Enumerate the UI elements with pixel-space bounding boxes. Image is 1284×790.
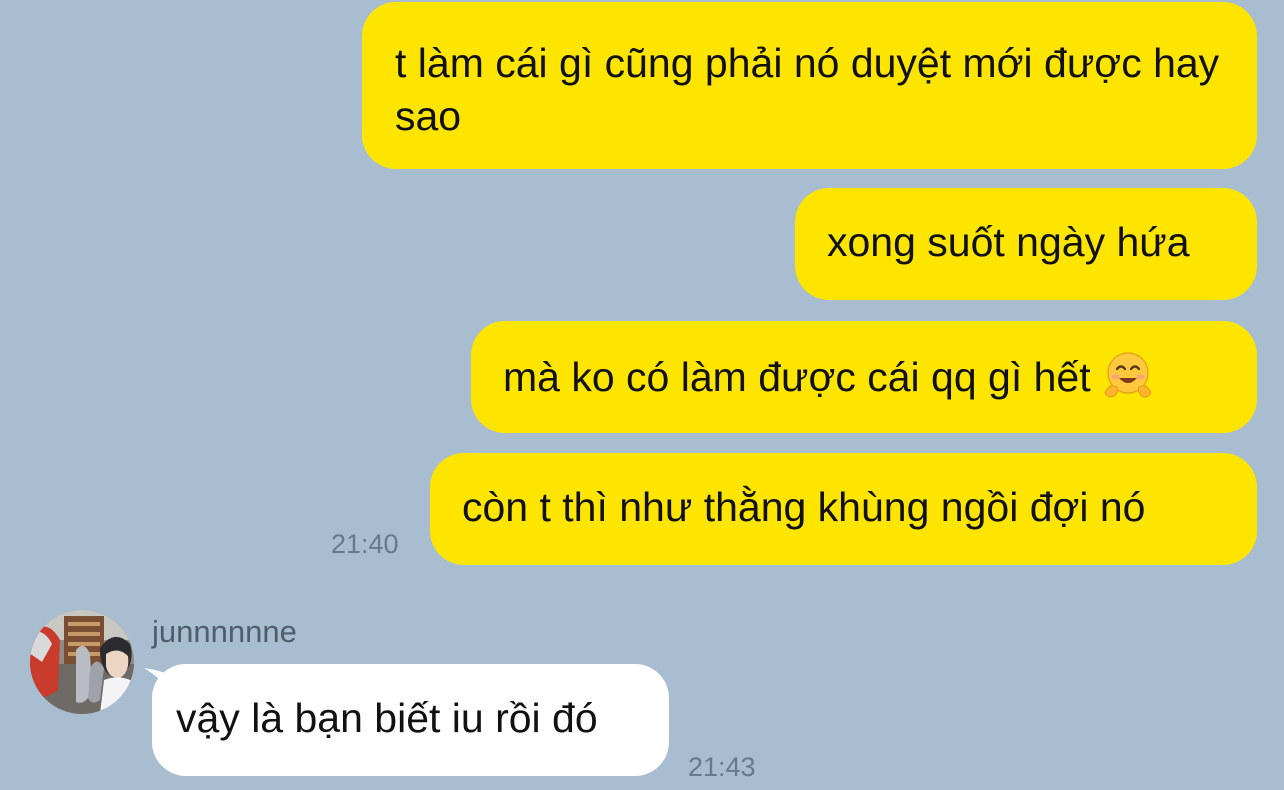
message-text: mà ko có làm được cái qq gì hết xyxy=(503,354,1091,400)
sender-name: junnnnnne xyxy=(152,614,297,649)
incoming-message-bubble[interactable]: vậy là bạn biết iu rồi đó xyxy=(152,664,669,776)
message-timestamp: 21:40 xyxy=(331,529,399,559)
outgoing-message-bubble[interactable]: xong suốt ngày hứa xyxy=(795,188,1257,300)
message-text: còn t thì như thằng khùng ngồi đợi nó xyxy=(462,484,1146,530)
outgoing-message-bubble[interactable]: t làm cái gì cũng phải nó duyệt mới được… xyxy=(362,2,1257,169)
avatar-photo-icon xyxy=(30,610,134,714)
chat-view[interactable]: t làm cái gì cũng phải nó duyệt mới được… xyxy=(0,0,1284,790)
message-text: vậy là bạn biết iu rồi đó xyxy=(176,695,598,741)
message-text: xong suốt ngày hứa xyxy=(827,219,1190,265)
avatar[interactable] xyxy=(30,610,134,714)
hugging-face-emoji-icon xyxy=(1104,352,1152,398)
message-timestamp: 21:43 xyxy=(688,752,756,782)
outgoing-message-bubble[interactable]: mà ko có làm được cái qq gì hết xyxy=(471,321,1257,433)
message-text: t làm cái gì cũng phải nó duyệt mới được… xyxy=(395,40,1220,139)
outgoing-message-bubble[interactable]: còn t thì như thằng khùng ngồi đợi nó xyxy=(430,453,1257,565)
